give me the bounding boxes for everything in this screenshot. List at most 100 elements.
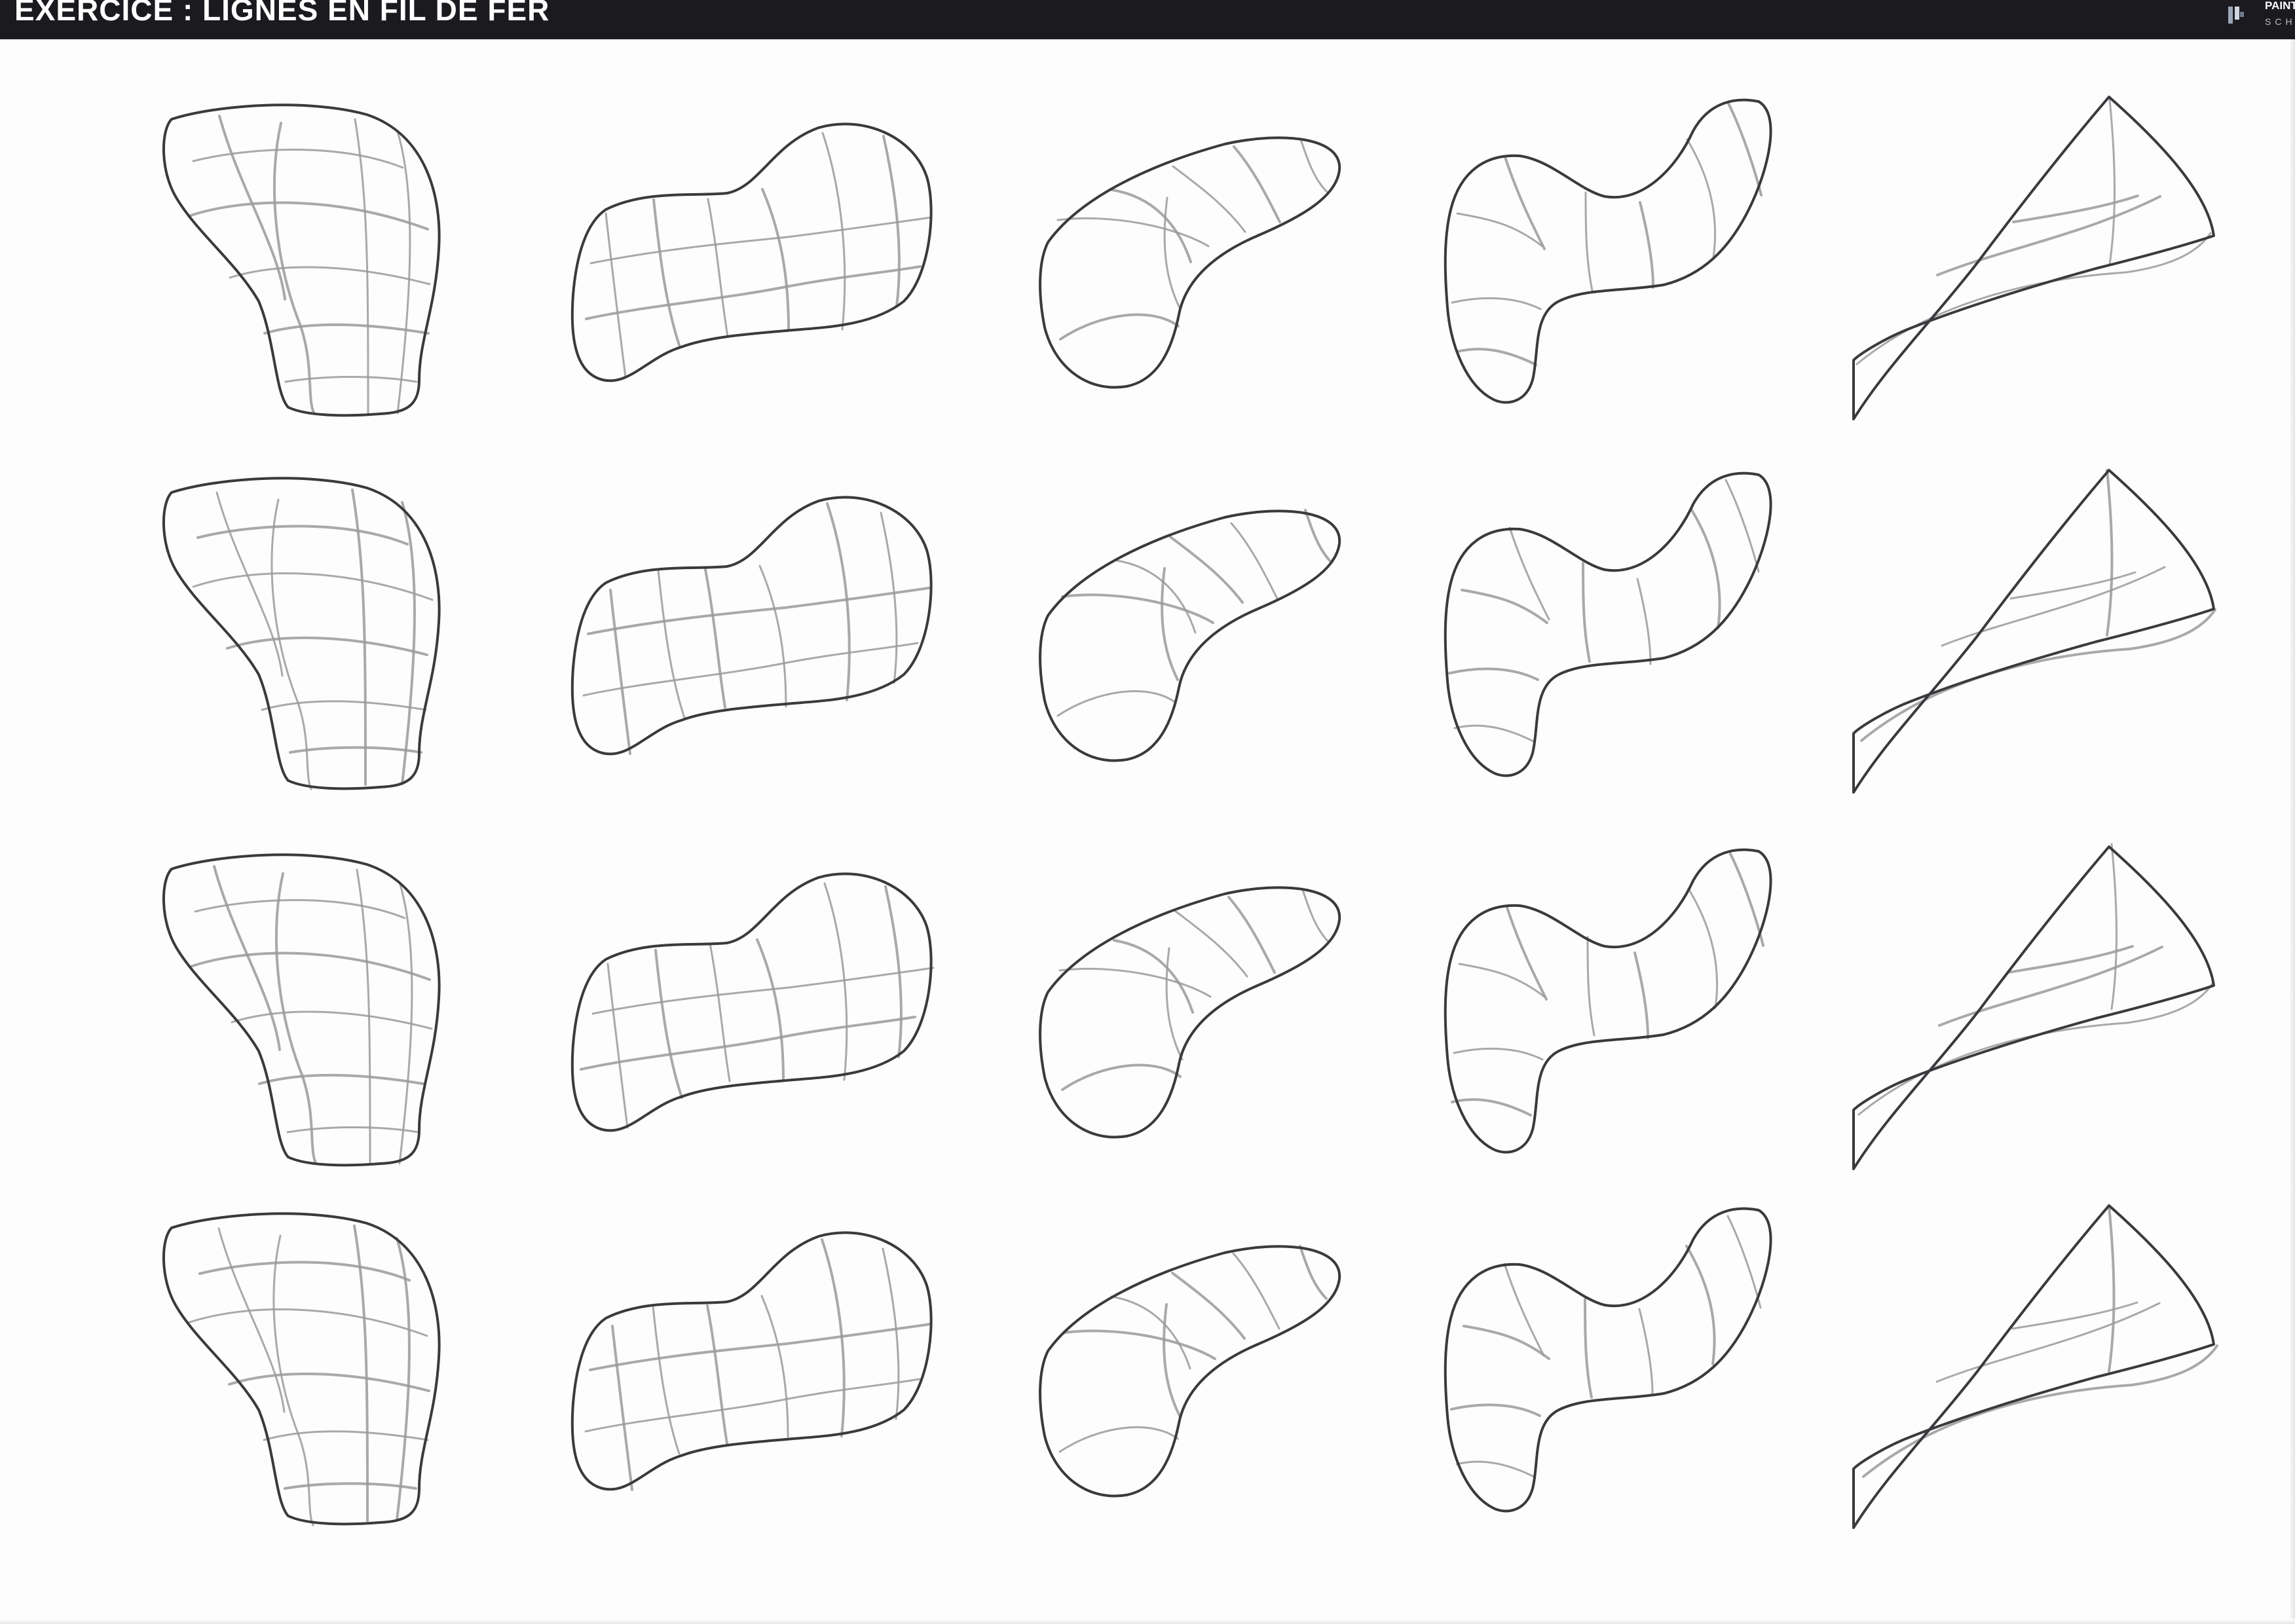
shape-outline: [1852, 96, 2215, 420]
wireframe-line: [229, 266, 431, 286]
wireframe-line: [584, 1378, 921, 1433]
wireframe-line: [1165, 947, 1184, 1061]
wireframe-line: [261, 700, 427, 711]
shape-hook-blob-row-3: [1444, 848, 1772, 1154]
wireframe-line: [882, 1247, 900, 1420]
wireframe-line: [226, 637, 428, 656]
shape-outline: [570, 122, 933, 382]
shape-outline: [1039, 1245, 1341, 1498]
wireframe-line: [1857, 982, 2214, 1116]
logo-text: PAINT: [2265, 0, 2295, 12]
wireframe-line: [1301, 889, 1330, 944]
title-bar: EXERCICE : LIGNES EN FIL DE FER PAINT SC…: [0, 0, 2295, 39]
wireframe-line: [187, 201, 429, 231]
wireframe-line: [758, 564, 787, 708]
wireframe-line: [275, 872, 317, 1164]
shape-outline: [1852, 1204, 2215, 1529]
wireframe-line: [704, 568, 726, 709]
wireframe-line: [1169, 536, 1244, 604]
page-edge-shadow: [2288, 39, 2295, 1624]
wireframe-line: [1161, 567, 1179, 681]
wireframe-line: [611, 1325, 633, 1491]
wireframe-line: [2011, 1301, 2138, 1330]
wireframe-line: [707, 198, 729, 338]
wireframe-line: [1725, 479, 1760, 573]
wireframe-line: [2110, 843, 2118, 1010]
wireframe-line: [580, 1016, 916, 1071]
wireframe-line: [2106, 469, 2114, 637]
wireframe-line: [1727, 102, 1763, 196]
wireframe-line: [192, 149, 404, 169]
exercise-sheet: EXERCICE : LIGNES EN FIL DE FER PAINT SC…: [0, 0, 2295, 1624]
wireframe-line: [1508, 526, 1550, 621]
shape-outline: [162, 853, 441, 1167]
wireframe-line: [589, 216, 933, 265]
wireframe-line: [1448, 667, 1539, 681]
shape-curved-triangle-row-2: [1852, 469, 2216, 794]
wireframe-line: [192, 572, 434, 601]
shape-dumbbell-blob-row-2: [570, 496, 933, 756]
shape-hook-blob-row-1: [1444, 98, 1772, 404]
wireframe-line: [587, 587, 930, 635]
wireframe-line: [582, 642, 919, 697]
wireframe-line: [1936, 195, 2161, 276]
wireframe-line: [880, 511, 898, 684]
shape-bell-blob-row-2: [162, 477, 441, 790]
wireframe-line: [1061, 1063, 1182, 1091]
shape-outline: [162, 477, 441, 790]
logo-icon: [2228, 7, 2244, 24]
wireframe-line: [187, 1308, 428, 1337]
wireframe-line: [1636, 578, 1652, 665]
wireframe-line: [1174, 910, 1248, 978]
wireframe-line: [286, 1126, 420, 1134]
wireframe-line: [589, 1323, 932, 1371]
wireframe-line: [1163, 196, 1182, 310]
wireframe-line: [1860, 608, 2216, 742]
wireframe-line: [1056, 217, 1210, 248]
wireframe-line: [1862, 1344, 2218, 1478]
wireframe-line: [272, 1234, 314, 1526]
wireframe-line: [1456, 348, 1537, 366]
shape-curved-triangle-row-4: [1852, 1204, 2218, 1529]
wireframe-line: [1729, 853, 1764, 947]
shape-dumbbell-blob-row-3: [570, 872, 935, 1132]
wireframe-line: [2108, 1205, 2116, 1373]
wireframe-line: [228, 1373, 430, 1392]
shape-outline: [1852, 845, 2215, 1170]
shape-dumbbell-blob-row-4: [570, 1231, 933, 1491]
wireframe-line: [2009, 571, 2136, 600]
wireframe-line: [1058, 967, 1212, 998]
wireframe-line: [654, 949, 683, 1099]
wireframe-line: [1690, 509, 1721, 629]
wireframe-line: [1686, 138, 1717, 259]
shape-dumbbell-blob-row-1: [570, 122, 933, 382]
wireframe-line: [1059, 313, 1180, 341]
shape-bean-blob-row-3: [1039, 886, 1341, 1139]
wireframe-line: [1230, 522, 1278, 600]
wireframe-line: [657, 569, 686, 719]
wireframe-line: [284, 1482, 417, 1490]
wireframe-line: [760, 1295, 789, 1438]
wireframe-line: [1453, 724, 1535, 743]
wireframe-line: [652, 1305, 681, 1455]
wireframe-line: [1461, 589, 1548, 624]
wireframe-line: [1586, 936, 1595, 1037]
wireframe-line: [1172, 165, 1246, 233]
shape-curved-triangle-row-3: [1852, 843, 2215, 1170]
shape-hook-blob-row-4: [1444, 1207, 1772, 1513]
wireframe-line: [605, 212, 627, 378]
wireframe-line: [1450, 1403, 1541, 1417]
wireframe-line: [1633, 951, 1649, 1039]
wireframe-line: [1688, 889, 1719, 1009]
wireframe-line: [652, 198, 681, 348]
wireframe-line: [1233, 145, 1281, 223]
wireframe-line: [1063, 1329, 1216, 1360]
shape-outline: [1039, 886, 1341, 1139]
wireframe-line: [761, 188, 790, 331]
wireframe-line: [609, 589, 631, 755]
drawing-grid: [162, 96, 2218, 1529]
wireframe-line: [1171, 1272, 1246, 1340]
school-logo: PAINT SCHO: [2227, 0, 2295, 39]
shape-outline: [1444, 471, 1772, 777]
wireframe-line: [284, 376, 418, 383]
